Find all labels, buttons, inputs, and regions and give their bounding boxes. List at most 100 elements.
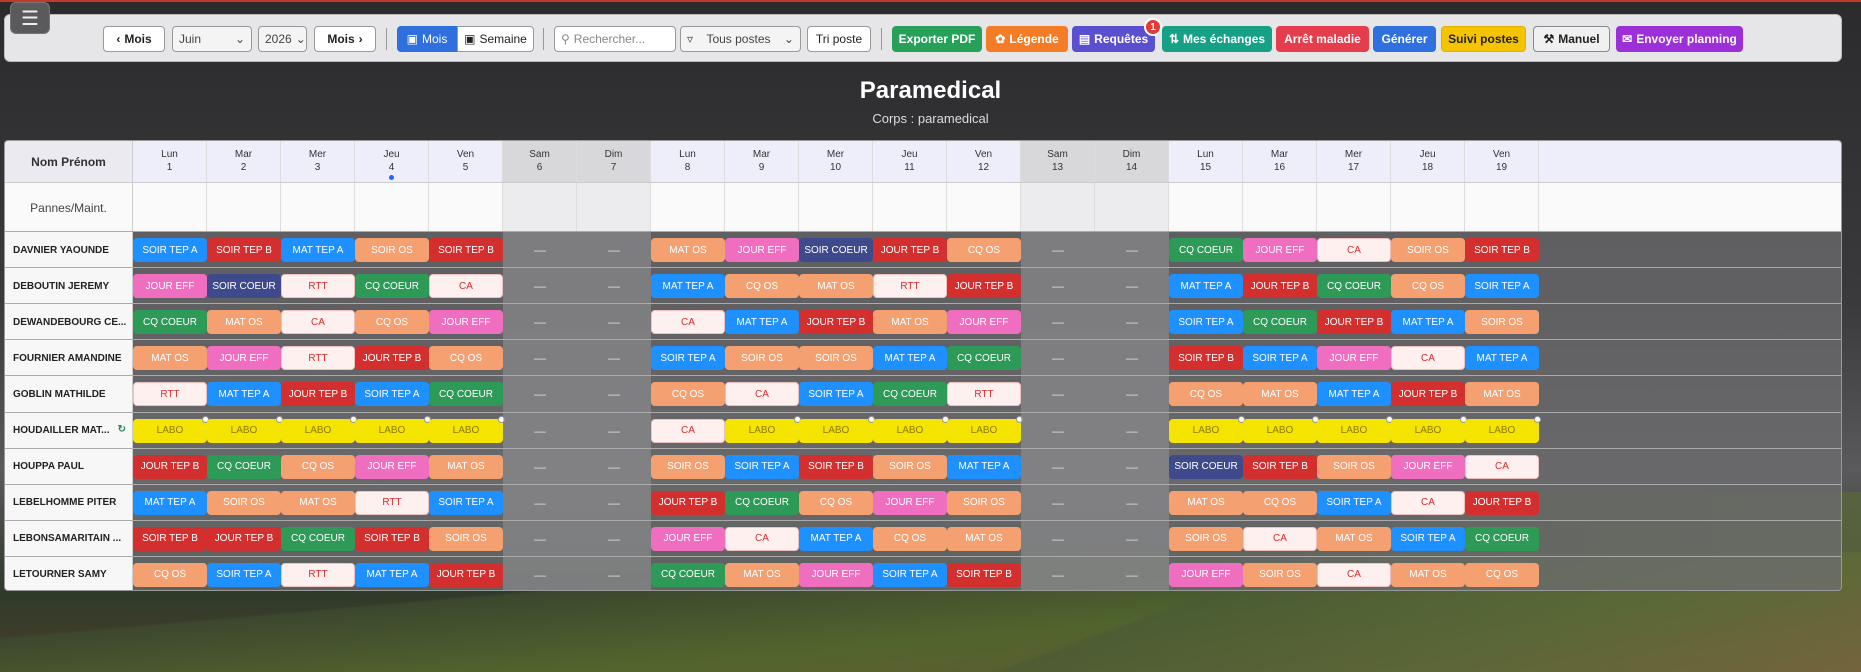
shift-chip[interactable]: JOUR TEP B [873, 238, 947, 262]
schedule-cell[interactable]: SOIR OS [355, 232, 429, 268]
shift-chip[interactable]: JOUR EFF [1317, 346, 1391, 371]
schedule-cell[interactable]: SOIR OS [873, 449, 947, 485]
shift-chip[interactable]: MAT OS [1391, 562, 1465, 587]
schedule-cell[interactable]: MAT OS [1243, 376, 1317, 412]
shift-chip[interactable]: LABO [1465, 415, 1541, 443]
shift-chip[interactable]: CQ OS [281, 454, 355, 479]
schedule-cell[interactable]: RTT [281, 557, 355, 590]
pannes-cell[interactable] [133, 183, 207, 232]
schedule-cell[interactable]: SOIR TEP A [429, 485, 503, 521]
shift-chip[interactable]: MAT TEP A [133, 490, 207, 515]
schedule-cell[interactable]: — [503, 268, 577, 305]
schedule-cell[interactable]: — [503, 556, 577, 590]
shift-chip[interactable]: MAT TEP A [725, 310, 799, 335]
shift-chip[interactable]: CA [1391, 346, 1465, 371]
schedule-cell[interactable]: — [577, 520, 651, 557]
schedule-cell[interactable]: MAT OS [1465, 376, 1539, 412]
requests-button[interactable]: ▤ Requêtes [1072, 26, 1155, 52]
shift-chip[interactable]: JOUR TEP B [133, 454, 207, 479]
pannes-cell[interactable] [947, 183, 1021, 232]
schedule-cell[interactable]: — [577, 412, 651, 449]
shift-chip[interactable]: CA [1243, 526, 1317, 551]
schedule-cell[interactable]: — [1021, 412, 1095, 449]
schedule-cell[interactable]: SOIR TEP A [1465, 268, 1539, 304]
schedule-cell[interactable]: — [1021, 556, 1095, 590]
shift-chip[interactable]: JOUR TEP B [1317, 310, 1391, 335]
shift-chip[interactable]: JOUR TEP B [207, 526, 281, 551]
schedule-cell[interactable]: — [577, 340, 651, 377]
schedule-cell[interactable]: CA [651, 413, 725, 449]
staff-name[interactable]: DEBOUTIN JEREMY [5, 268, 133, 305]
schedule-cell[interactable]: SOIR TEP A [1391, 521, 1465, 557]
schedule-cell[interactable]: — [1095, 376, 1169, 413]
export-pdf-button[interactable]: Exporter PDF [892, 26, 982, 52]
shift-chip[interactable]: JOUR TEP B [1465, 490, 1539, 515]
staff-name[interactable]: GOBLIN MATHILDE [5, 376, 133, 413]
shift-chip[interactable]: CQ COEUR [873, 382, 947, 407]
schedule-cell[interactable]: RTT [873, 268, 947, 304]
shift-chip[interactable]: CA [1391, 490, 1465, 515]
shift-chip[interactable]: SOIR TEP A [1391, 526, 1465, 551]
shift-chip[interactable]: CA [1317, 238, 1391, 262]
shift-chip[interactable]: CQ OS [1243, 490, 1317, 515]
schedule-cell[interactable]: — [1021, 376, 1095, 413]
schedule-cell[interactable]: JOUR TEP B [1391, 376, 1465, 412]
shift-chip[interactable]: JOUR EFF [947, 310, 1021, 335]
shift-chip[interactable]: MAT TEP A [355, 562, 429, 587]
search-input[interactable]: ⚲ Rechercher... [554, 26, 676, 52]
shift-chip[interactable]: CA [1317, 562, 1391, 587]
schedule-cell[interactable]: JOUR TEP B [873, 232, 947, 268]
shift-chip[interactable]: SOIR OS [207, 490, 281, 515]
post-tracking-button[interactable]: Suivi postes [1441, 26, 1526, 52]
schedule-cell[interactable]: JOUR EFF [429, 304, 503, 340]
schedule-cell[interactable]: JOUR EFF [651, 521, 725, 557]
schedule-cell[interactable]: SOIR TEP A [1169, 304, 1243, 340]
schedule-cell[interactable]: CQ COEUR [1465, 521, 1539, 557]
shift-chip[interactable]: CQ OS [1391, 274, 1465, 299]
schedule-cell[interactable]: JOUR TEP B [651, 485, 725, 521]
year-select[interactable]: 2026 ⌄ [258, 26, 307, 52]
schedule-cell[interactable]: CQ COEUR [651, 557, 725, 590]
shift-chip[interactable]: CQ COEUR [207, 454, 281, 479]
shift-chip[interactable]: MAT OS [873, 310, 947, 335]
schedule-cell[interactable]: CQ COEUR [947, 340, 1021, 376]
schedule-cell[interactable]: — [1095, 268, 1169, 305]
shift-chip[interactable]: CQ OS [429, 346, 503, 371]
sort-post-button[interactable]: Tri poste [807, 26, 871, 52]
shift-chip[interactable]: RTT [281, 346, 355, 371]
schedule-cell[interactable]: — [577, 232, 651, 268]
schedule-cell[interactable]: — [503, 520, 577, 557]
schedule-cell[interactable]: SOIR OS [799, 340, 873, 376]
schedule-cell[interactable]: — [503, 304, 577, 341]
schedule-cell[interactable]: LABO [947, 413, 1023, 449]
shift-chip[interactable]: CQ COEUR [355, 274, 429, 299]
shift-chip[interactable]: RTT [873, 274, 947, 299]
schedule-cell[interactable]: CQ OS [429, 340, 503, 376]
schedule-cell[interactable]: MAT OS [281, 485, 355, 521]
shift-chip[interactable]: CQ OS [947, 238, 1021, 262]
schedule-cell[interactable]: CQ OS [799, 485, 873, 521]
schedule-cell[interactable]: — [1095, 520, 1169, 557]
shift-chip[interactable]: RTT [133, 382, 207, 407]
shift-chip[interactable]: SOIR OS [947, 490, 1021, 515]
shift-chip[interactable]: CQ COEUR [947, 346, 1021, 371]
schedule-cell[interactable]: JOUR TEP B [429, 557, 503, 590]
shift-chip[interactable]: JOUR EFF [207, 346, 281, 371]
schedule-cell[interactable]: LABO [1465, 413, 1541, 449]
schedule-cell[interactable]: SOIR TEP B [207, 232, 281, 268]
shift-chip[interactable]: SOIR COEUR [799, 238, 873, 262]
schedule-cell[interactable]: LABO [725, 413, 801, 449]
schedule-cell[interactable]: JOUR EFF [1243, 232, 1317, 268]
schedule-cell[interactable]: CQ COEUR [133, 304, 207, 340]
schedule-cell[interactable]: — [1021, 484, 1095, 521]
schedule-cell[interactable]: — [1095, 448, 1169, 485]
pannes-cell[interactable] [725, 183, 799, 232]
schedule-cell[interactable]: JOUR EFF [207, 340, 281, 376]
shift-chip[interactable]: MAT OS [133, 346, 207, 371]
shift-chip[interactable]: CQ COEUR [1465, 526, 1539, 551]
schedule-cell[interactable]: SOIR TEP B [429, 232, 503, 268]
schedule-cell[interactable]: JOUR EFF [1317, 340, 1391, 376]
schedule-cell[interactable]: JOUR TEP B [799, 304, 873, 340]
shift-chip[interactable]: SOIR TEP B [133, 526, 207, 551]
schedule-cell[interactable]: MAT TEP A [725, 304, 799, 340]
